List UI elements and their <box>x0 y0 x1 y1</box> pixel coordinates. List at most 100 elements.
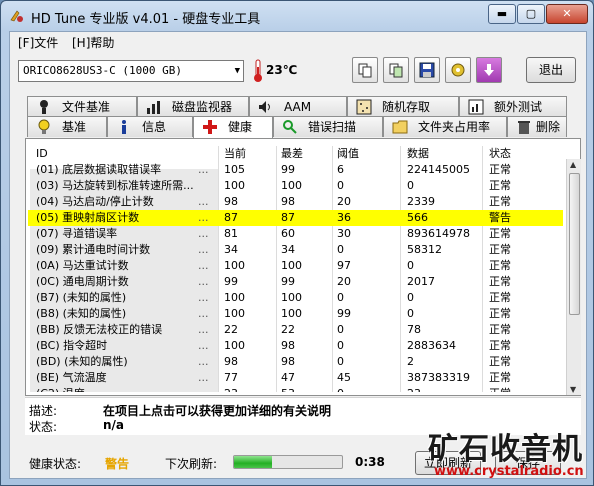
cell-dots: ... <box>198 323 209 336</box>
tab-random-access[interactable]: 随机存取 <box>347 96 459 117</box>
cell-worst: 100 <box>281 307 302 320</box>
random-access-icon <box>356 99 372 115</box>
cell-current: 105 <box>224 163 245 176</box>
menu-file[interactable]: [F]文件 <box>18 34 58 51</box>
table-row[interactable]: (07) 寻道错误率... 81 60 30 893614978 正常 <box>28 226 563 242</box>
cell-dots: ... <box>198 243 209 256</box>
tab-label: 随机存取 <box>382 100 431 114</box>
cell-current: 34 <box>224 243 238 256</box>
speaker-icon <box>259 101 270 113</box>
tab-label: 错误扫描 <box>308 120 357 134</box>
cell-worst: 98 <box>281 355 295 368</box>
table-row[interactable]: (B8) (未知的属性)... 100 100 99 0 正常 <box>28 306 563 322</box>
table-row[interactable]: (03) 马达旋转到标准转速所需... 100 100 0 0 正常 <box>28 178 563 194</box>
cell-current: 81 <box>224 227 238 240</box>
health-status-value: 警告 <box>105 457 130 471</box>
cell-worst: 99 <box>281 163 295 176</box>
cell-worst: 87 <box>281 211 295 224</box>
cell-id: (C2) 温度 <box>36 386 216 392</box>
exit-button[interactable]: 退出 <box>526 57 576 83</box>
tab-aam[interactable]: AAM <box>249 96 347 117</box>
header-status[interactable]: 状态 <box>489 146 511 162</box>
download-button[interactable] <box>476 57 502 83</box>
scroll-up-icon[interactable]: ▲ <box>570 160 576 169</box>
file-benchmark-icon <box>40 100 48 114</box>
table-row[interactable]: (09) 累计通电时间计数... 34 34 0 58312 正常 <box>28 242 563 258</box>
header-data[interactable]: 数据 <box>407 146 429 162</box>
menu-help[interactable]: [H]帮助 <box>72 34 114 51</box>
vertical-scrollbar[interactable]: ▲ ▼ <box>566 159 581 395</box>
cell-status: 正常 <box>489 323 511 336</box>
health-status-label: 健康状态: <box>29 457 82 471</box>
cell-id: (BD) (未知的属性) <box>36 355 128 368</box>
cell-status: 正常 <box>489 259 511 272</box>
cell-worst: 22 <box>281 323 295 336</box>
cell-id: (BE) 气流温度 <box>36 371 107 384</box>
copy-info-button[interactable] <box>352 57 378 83</box>
header-worst[interactable]: 最差 <box>281 146 303 162</box>
tab-info[interactable]: 信息 <box>107 116 193 137</box>
close-button[interactable]: ✕ <box>546 4 588 24</box>
table-row[interactable]: (0A) 马达重试计数... 100 100 97 0 正常 <box>28 258 563 274</box>
table-row[interactable]: (BD) (未知的属性)... 98 98 0 2 正常 <box>28 354 563 370</box>
tab-file-benchmark[interactable]: 文件基准 <box>27 96 137 117</box>
tab-health[interactable]: 健康 <box>193 116 273 138</box>
table-row[interactable]: (B7) (未知的属性)... 100 100 0 0 正常 <box>28 290 563 306</box>
tab-extra-tests[interactable]: 额外测试 <box>459 96 567 117</box>
cell-status: 正常 <box>489 371 511 384</box>
tab-folder-usage[interactable]: 文件夹占用率 <box>383 116 507 137</box>
tab-error-scan[interactable]: 错误扫描 <box>273 116 383 137</box>
table-row[interactable]: (05) 重映射扇区计数... 87 87 36 566 警告 <box>28 210 563 226</box>
table-row[interactable]: (BC) 指令超时... 100 98 0 2883634 正常 <box>28 338 563 354</box>
app-window: HD Tune 专业版 v4.01 - 硬盘专业工具 ▬ ▢ ✕ [F]文件 [… <box>0 0 594 486</box>
copy-all-button[interactable] <box>383 57 409 83</box>
table-row[interactable]: (0C) 通电周期计数... 99 99 20 2017 正常 <box>28 274 563 290</box>
cell-id: (0C) 通电周期计数 <box>36 275 129 288</box>
trash-icon <box>518 121 530 134</box>
tab-erase[interactable]: 删除 <box>507 116 567 137</box>
title-bar[interactable]: HD Tune 专业版 v4.01 - 硬盘专业工具 ▬ ▢ ✕ <box>1 1 593 31</box>
scroll-down-icon[interactable]: ▼ <box>570 385 576 394</box>
cell-threshold: 0 <box>337 355 344 368</box>
header-id[interactable]: ID <box>36 146 216 162</box>
scrollbar-thumb[interactable] <box>569 173 580 315</box>
cell-worst: 98 <box>281 195 295 208</box>
cell-threshold: 0 <box>337 243 344 256</box>
maximize-button[interactable]: ▢ <box>517 4 545 24</box>
table-row[interactable]: (BE) 气流温度... 77 47 45 387383319 正常 <box>28 370 563 386</box>
tab-label: 基准 <box>62 120 87 134</box>
watermark-name: 矿石收音机 <box>428 432 583 467</box>
cell-status: 正常 <box>489 163 511 176</box>
save-screenshot-button[interactable] <box>414 57 440 83</box>
header-current[interactable]: 当前 <box>224 146 246 162</box>
cell-dots: ... <box>198 307 209 320</box>
drive-select[interactable]: ORICO8628US3-C (1000 GB) ▼ <box>18 60 244 82</box>
cell-worst: 99 <box>281 275 295 288</box>
drive-select-value: ORICO8628US3-C (1000 GB) <box>23 64 182 77</box>
tab-benchmark[interactable]: 基准 <box>27 116 107 137</box>
tab-disk-monitor[interactable]: 磁盘监视器 <box>137 96 249 117</box>
state-label: 状态: <box>29 420 58 434</box>
chevron-down-icon: ▼ <box>234 66 240 76</box>
cell-id: (0A) 马达重试计数 <box>36 259 129 272</box>
cell-current: 99 <box>224 275 238 288</box>
table-row[interactable]: (C2) 温度... 23 53 0 23 正常 <box>28 386 563 392</box>
options-button[interactable] <box>445 57 471 83</box>
cell-current: 100 <box>224 179 245 192</box>
table-row[interactable]: (01) 底层数据读取错误率... 105 99 6 224145005 正常 <box>28 162 563 178</box>
header-threshold[interactable]: 阈值 <box>337 146 359 162</box>
table-row[interactable]: (BB) 反馈无法校正的错误... 22 22 0 78 正常 <box>28 322 563 338</box>
cell-current: 100 <box>224 259 245 272</box>
minimize-button[interactable]: ▬ <box>488 4 516 24</box>
cell-worst: 100 <box>281 259 302 272</box>
cell-threshold: 36 <box>337 211 351 224</box>
cell-current: 100 <box>224 307 245 320</box>
state-text: n/a <box>103 418 125 432</box>
table-row[interactable]: (04) 马达启动/停止计数... 98 98 20 2339 正常 <box>28 194 563 210</box>
cell-dots: ... <box>198 355 209 368</box>
cell-dots: ... <box>198 339 209 352</box>
cell-id: (04) 马达启动/停止计数 <box>36 195 154 208</box>
cell-data: 0 <box>407 179 414 192</box>
cell-current: 22 <box>224 323 238 336</box>
tab-label: 健康 <box>228 120 253 134</box>
